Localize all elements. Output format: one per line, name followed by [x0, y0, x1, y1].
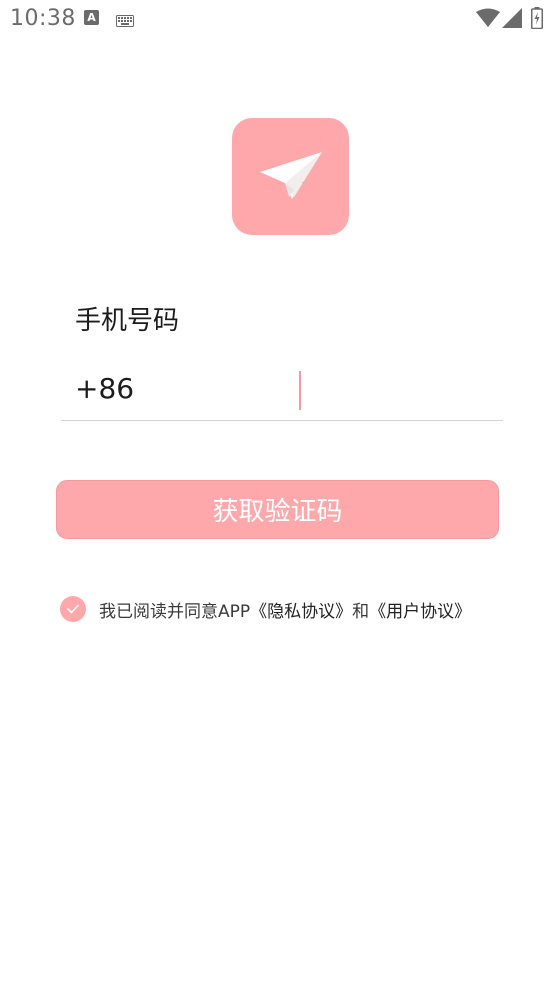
wifi-icon: [476, 8, 500, 32]
checkmark-icon: [67, 604, 79, 614]
status-bar: 10:38 A: [0, 0, 554, 38]
keyboard-icon: [116, 12, 134, 31]
input-underline: [61, 420, 503, 421]
phone-number-input[interactable]: [305, 368, 500, 414]
app-logo: [232, 118, 349, 235]
signal-icon: [502, 8, 522, 32]
get-verification-code-button[interactable]: 获取验证码: [56, 480, 499, 539]
status-time: 10:38: [10, 6, 76, 31]
agreement-conjunction: 和: [352, 602, 370, 622]
country-code[interactable]: +86: [75, 372, 134, 405]
user-agreement-link[interactable]: 《用户协议》: [369, 602, 471, 622]
agreement-text: 我已阅读并同意APP《隐私协议》和《用户协议》: [99, 597, 471, 622]
paper-plane-icon: [260, 152, 322, 199]
agreement-prefix: 我已阅读并同意APP: [99, 602, 251, 622]
a-notification-icon: A: [84, 10, 99, 25]
phone-number-label: 手机号码: [75, 306, 180, 336]
login-screen: 10:38 A 手机号码 +86 获取验证码 我已阅读并同意APP《隐私协议》和…: [0, 0, 554, 985]
privacy-policy-link[interactable]: 《隐私协议》: [250, 602, 352, 622]
agreement-checkbox[interactable]: [60, 596, 86, 622]
battery-charging-icon: [531, 7, 543, 33]
text-cursor: [299, 371, 301, 410]
